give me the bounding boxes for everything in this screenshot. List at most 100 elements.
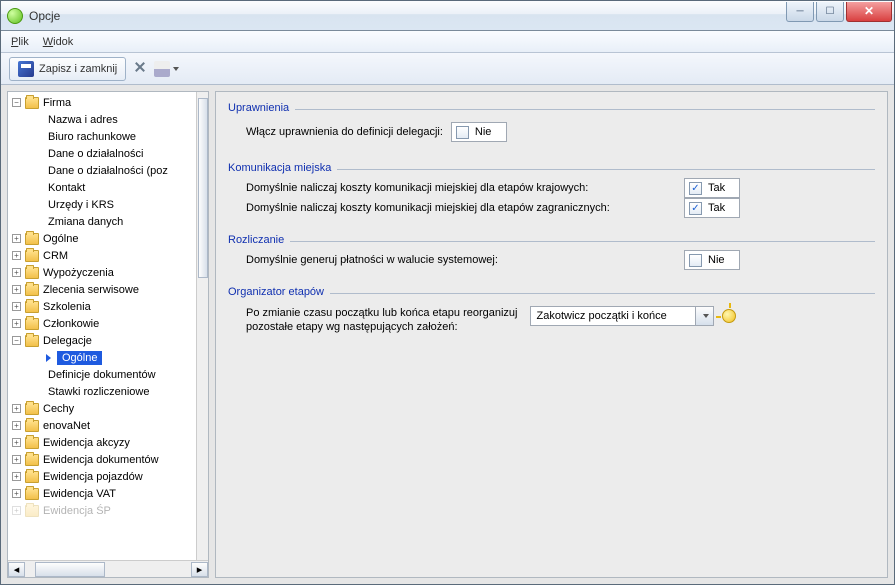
folder-icon (25, 420, 39, 432)
print-icon (154, 61, 170, 77)
tree-node-ew-akcyzy[interactable]: +Ewidencja akcyzy (8, 434, 196, 451)
organizer-mode-combo[interactable]: Zakotwicz początki i końce (530, 306, 714, 326)
expand-icon[interactable]: + (12, 302, 21, 311)
folder-icon (25, 97, 39, 109)
expand-icon[interactable]: + (12, 489, 21, 498)
tree-node-cechy[interactable]: + Cechy (8, 400, 196, 417)
tree-node-zlecenia[interactable]: +Zlecenia serwisowe (8, 281, 196, 298)
tree-label: Ewidencja VAT (43, 488, 116, 500)
titlebar[interactable]: Opcje ─ ☐ ✕ (1, 1, 894, 31)
content-panel: Uprawnienia Włącz uprawnienia do definic… (215, 91, 888, 578)
expand-icon[interactable]: + (12, 421, 21, 430)
tree-label: Firma (43, 97, 71, 109)
save-and-close-button[interactable]: Zapisz i zamknij (9, 57, 126, 81)
kom-zagr-toggle[interactable]: ✓ Tak (684, 198, 740, 218)
tree-label: Wypożyczenia (43, 267, 114, 279)
tree-node-czlonkowie[interactable]: +Członkowie (8, 315, 196, 332)
expand-icon[interactable]: + (12, 251, 21, 260)
maximize-button[interactable]: ☐ (816, 2, 844, 22)
checkbox-icon[interactable] (689, 254, 702, 267)
close-button[interactable]: ✕ (846, 2, 892, 22)
expand-icon[interactable]: + (12, 455, 21, 464)
scroll-left-button[interactable]: ◂ (8, 562, 25, 577)
tree-node-ogolne[interactable]: +Ogólne (8, 230, 196, 247)
hint-bulb-icon[interactable] (722, 309, 736, 323)
scroll-thumb[interactable] (35, 562, 105, 577)
scroll-thumb[interactable] (198, 98, 208, 278)
tools-icon[interactable] (132, 61, 148, 77)
checkbox-icon[interactable]: ✓ (689, 182, 702, 195)
tree-node-enovanet[interactable]: + enovaNet (8, 417, 196, 434)
field-value: Tak (708, 202, 725, 214)
tree-node-delegacje-ogolne[interactable]: Ogólne (8, 349, 196, 366)
tree-node-firma[interactable]: − Firma (8, 94, 196, 111)
tree-node-ew-vat[interactable]: + Ewidencja VAT (8, 485, 196, 502)
navigation-tree[interactable]: − Firma Nazwa i adres Biuro rachunkowe D… (8, 92, 196, 560)
expand-icon[interactable]: + (12, 234, 21, 243)
tree-label: Biuro rachunkowe (48, 131, 136, 143)
print-dropdown[interactable] (154, 61, 179, 77)
tree-node[interactable]: Stawki rozliczeniowe (8, 383, 196, 400)
tree-node[interactable]: Nazwa i adres (8, 111, 196, 128)
tree-node[interactable]: Dane o działalności (8, 145, 196, 162)
window-controls: ─ ☐ ✕ (784, 2, 892, 22)
tree-label: Ewidencja dokumentów (43, 454, 159, 466)
chevron-down-icon (173, 67, 179, 71)
tree-node-delegacje[interactable]: −Delegacje (8, 332, 196, 349)
tree-node-wypozyczenia[interactable]: + Wypożyczenia (8, 264, 196, 281)
expand-icon[interactable]: + (12, 285, 21, 294)
group-title: Uprawnienia (228, 102, 289, 114)
folder-icon (25, 250, 39, 262)
field-label: pozostałe etapy wg następujących założeń… (246, 320, 518, 334)
menu-view[interactable]: Widok (43, 36, 74, 48)
tree-node[interactable]: Urzędy i KRS (8, 196, 196, 213)
tree-label: Kontakt (48, 182, 85, 194)
vertical-scrollbar[interactable] (196, 92, 208, 560)
chevron-down-icon[interactable] (695, 307, 713, 325)
expand-icon[interactable]: + (12, 319, 21, 328)
tree-label: enovaNet (43, 420, 90, 432)
combo-value: Zakotwicz początki i końce (531, 310, 695, 322)
expand-icon[interactable]: + (12, 404, 21, 413)
tree-label: Cechy (43, 403, 74, 415)
tree-node[interactable]: Kontakt (8, 179, 196, 196)
tree-node-crm[interactable]: +CRM (8, 247, 196, 264)
minimize-button[interactable]: ─ (786, 2, 814, 22)
expand-icon[interactable]: + (12, 472, 21, 481)
perm-toggle-field[interactable]: Nie (451, 122, 507, 142)
group-title: Organizator etapów (228, 286, 324, 298)
tree-node[interactable]: Biuro rachunkowe (8, 128, 196, 145)
checkbox-icon[interactable] (456, 126, 469, 139)
group-title: Komunikacja miejska (228, 162, 331, 174)
folder-icon (25, 471, 39, 483)
group-rozliczanie: Rozliczanie Domyślnie generuj płatności … (228, 234, 875, 280)
kom-kraj-toggle[interactable]: ✓ Tak (684, 178, 740, 198)
tree-node[interactable]: Zmiana danych (8, 213, 196, 230)
field-value: Tak (708, 182, 725, 194)
toolbar: Zapisz i zamknij (1, 53, 894, 85)
expand-icon[interactable]: + (12, 506, 21, 515)
expand-icon[interactable]: + (12, 268, 21, 277)
expand-icon[interactable]: + (12, 438, 21, 447)
checkbox-icon[interactable]: ✓ (689, 202, 702, 215)
tree-node-ew-dok[interactable]: + Ewidencja dokumentów (8, 451, 196, 468)
collapse-icon[interactable]: − (12, 336, 21, 345)
save-close-label: Zapisz i zamknij (39, 63, 117, 75)
folder-icon (25, 454, 39, 466)
folder-icon (25, 403, 39, 415)
tree-node[interactable]: Dane o działalności (poz (8, 162, 196, 179)
rozl-toggle[interactable]: Nie (684, 250, 740, 270)
scroll-right-button[interactable]: ▸ (191, 562, 208, 577)
tree-node[interactable]: Definicje dokumentów (8, 366, 196, 383)
tree-node-ew-poj[interactable]: +Ewidencja pojazdów (8, 468, 196, 485)
tree-label: Nazwa i adres (48, 114, 118, 126)
horizontal-scrollbar[interactable]: ◂ ▸ (8, 560, 208, 577)
tree-node-szkolenia[interactable]: +Szkolenia (8, 298, 196, 315)
collapse-icon[interactable]: − (12, 98, 21, 107)
field-value: Nie (475, 126, 492, 138)
field-label: Domyślnie naliczaj koszty komunikacji mi… (246, 202, 610, 214)
folder-icon (25, 437, 39, 449)
field-label: Domyślnie generuj płatności w walucie sy… (246, 254, 498, 266)
tree-node-ew-sp[interactable]: +Ewidencja ŚP (8, 502, 196, 519)
menu-file[interactable]: Plik (11, 36, 29, 48)
